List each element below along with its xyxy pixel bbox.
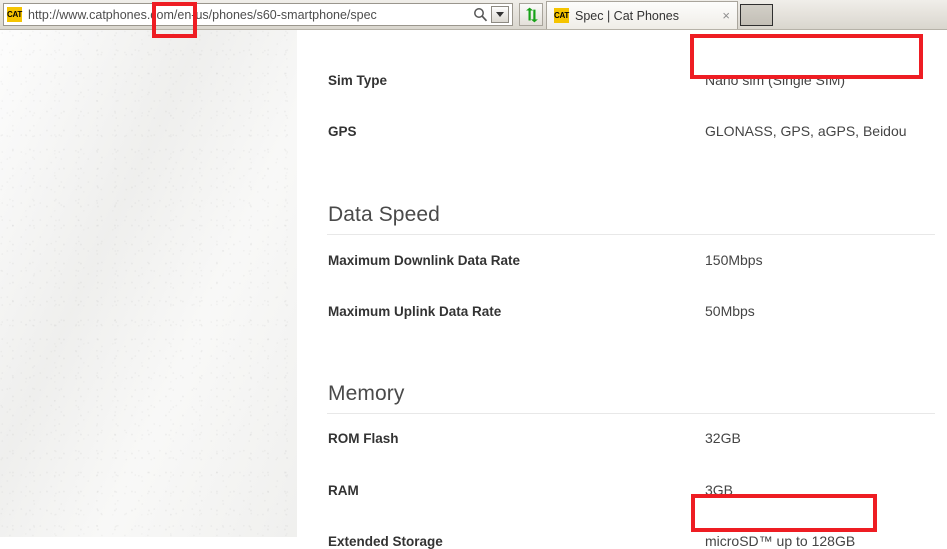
site-background-texture (0, 30, 297, 537)
search-icon[interactable] (469, 4, 491, 25)
refresh-sync-icon (523, 7, 539, 23)
close-icon[interactable]: × (719, 9, 733, 22)
spec-value-sim-type: Nano sim (Single SIM) (705, 72, 845, 88)
spec-value-ram: 3GB (705, 482, 733, 498)
address-bar[interactable]: CAT http://www.catphones.com/en-us/phone… (3, 3, 513, 26)
spec-label-gps: GPS (328, 124, 357, 139)
spec-label-sim-type: Sim Type (328, 73, 387, 88)
browser-tab[interactable]: CAT Spec | Cat Phones × (546, 1, 738, 29)
url-input[interactable]: http://www.catphones.com/en-us/phones/s6… (22, 8, 469, 22)
browser-chrome: CAT http://www.catphones.com/en-us/phone… (0, 0, 947, 30)
tab-title: Spec | Cat Phones (575, 9, 719, 23)
spec-table: Sim Type Nano sim (Single SIM) GPS GLONA… (297, 30, 947, 537)
spec-value-extended-storage: microSD™ up to 128GB (705, 533, 855, 549)
cat-favicon-icon: CAT (7, 7, 22, 22)
spec-value-max-uplink: 50Mbps (705, 303, 755, 319)
spec-value-gps: GLONASS, GPS, aGPS, Beidou (705, 123, 907, 139)
tab-cat-favicon-icon: CAT (554, 8, 569, 23)
refresh-button[interactable] (519, 3, 543, 26)
spec-value-rom-flash: 32GB (705, 430, 741, 446)
url-dropdown-button[interactable] (491, 6, 509, 23)
spec-value-max-downlink: 150Mbps (705, 252, 763, 268)
spec-label-ram: RAM (328, 483, 359, 498)
spec-label-extended-storage: Extended Storage (328, 534, 443, 549)
spec-label-max-uplink: Maximum Uplink Data Rate (328, 304, 501, 319)
section-divider-memory (327, 413, 935, 414)
spec-label-max-downlink: Maximum Downlink Data Rate (328, 253, 520, 268)
section-heading-memory: Memory (328, 382, 404, 406)
spec-label-rom-flash: ROM Flash (328, 431, 399, 446)
new-tab-button[interactable] (740, 4, 773, 26)
page-body: Sim Type Nano sim (Single SIM) GPS GLONA… (0, 30, 947, 537)
section-divider-data-speed (327, 234, 935, 235)
section-heading-data-speed: Data Speed (328, 203, 440, 227)
chevron-down-icon (496, 12, 504, 17)
